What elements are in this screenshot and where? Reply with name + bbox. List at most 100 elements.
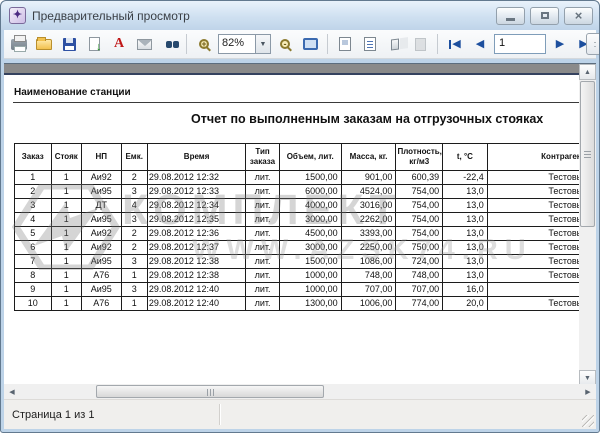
print-button[interactable] (8, 33, 30, 55)
restore-button[interactable] (530, 7, 559, 25)
close-button[interactable]: × (564, 7, 593, 25)
cell: 901,00 (341, 171, 396, 185)
cell: 1 (51, 283, 81, 297)
cell: 754,00 (396, 227, 443, 241)
single-page-icon (339, 37, 351, 51)
fit-page-icon (303, 38, 318, 50)
cell: 2 (15, 185, 52, 199)
cell: 29.08.2012 12:33 (147, 185, 245, 199)
continuous-view-button[interactable] (359, 33, 381, 55)
minimize-button[interactable] (496, 7, 525, 25)
cell: Тестовый контрагент (487, 241, 579, 255)
cell: 2262,00 (341, 213, 396, 227)
table-row: 61Аи92229.08.2012 12:37лит.3000,002250,0… (15, 241, 580, 255)
open-button[interactable] (33, 33, 55, 55)
cell: 1500,00 (279, 171, 341, 185)
page-setup-button (409, 33, 431, 55)
first-page-button[interactable]: ◀ (444, 33, 466, 55)
page-view-button[interactable] (334, 33, 356, 55)
statusbar: Страница 1 из 1 (4, 399, 596, 429)
cell: Аи95 (81, 185, 121, 199)
pdf-icon: A (114, 36, 124, 52)
scroll-up-icon[interactable]: ▲ (579, 64, 596, 80)
cell: лит. (246, 213, 279, 227)
table-row: 101А76129.08.2012 12:40лит.1300,001006,0… (15, 297, 580, 311)
zoom-in-button[interactable]: + (193, 33, 215, 55)
export-page-icon: ↓ (89, 37, 100, 51)
cell: 4 (15, 213, 52, 227)
cell: 29.08.2012 12:37 (147, 241, 245, 255)
column-header: Масса, кг. (341, 144, 396, 171)
cell: 2 (121, 241, 147, 255)
vertical-scrollbar-thumb[interactable] (580, 81, 595, 227)
cell: 1 (15, 171, 52, 185)
cell: Аи95 (81, 213, 121, 227)
cell: 13,0 (443, 269, 488, 283)
page-count-status: Страница 1 из 1 (4, 409, 94, 421)
cell: 10 (15, 297, 52, 311)
cell: 9 (15, 283, 52, 297)
find-button[interactable] (158, 33, 180, 55)
cell: 3 (121, 283, 147, 297)
cell: ДТ (81, 199, 121, 213)
cell: Тестовый контрагент (487, 185, 579, 199)
chevron-down-icon[interactable]: ▼ (256, 34, 271, 54)
cell: 1 (51, 255, 81, 269)
cell: Аи95 (81, 255, 121, 269)
window-title: Предварительный просмотр (32, 9, 190, 23)
cell: 1 (121, 297, 147, 311)
cell: 29.08.2012 12:32 (147, 171, 245, 185)
cell: 774,00 (396, 297, 443, 311)
table-row: 91Аи95329.08.2012 12:40лит.1000,00707,00… (15, 283, 580, 297)
toolbar-separator (327, 34, 328, 54)
export-button[interactable]: ↓ (83, 33, 105, 55)
cell: 3000,00 (279, 213, 341, 227)
cell: 1 (51, 241, 81, 255)
down-arrow-icon: ↓ (96, 42, 102, 53)
cell: лит. (246, 199, 279, 213)
page-number-input[interactable]: 1 (494, 34, 546, 54)
resize-grip[interactable] (582, 415, 594, 427)
toolbar-overflow-button[interactable]: : (586, 33, 600, 55)
app-icon: ✦ (9, 7, 26, 24)
statusbar-divider (219, 404, 220, 425)
cell: 13,0 (443, 227, 488, 241)
vertical-scrollbar[interactable]: ▲ ▼ (579, 64, 596, 386)
zoom-value[interactable]: 82% (218, 34, 256, 54)
export-pdf-button[interactable]: A (108, 33, 130, 55)
horizontal-scrollbar-thumb[interactable] (96, 385, 324, 398)
cell: 4000,00 (279, 199, 341, 213)
cell: 6 (15, 241, 52, 255)
titlebar[interactable]: ✦ Предварительный просмотр × (1, 1, 599, 30)
column-header: Стояк (51, 144, 81, 171)
cell: 29.08.2012 12:38 (147, 269, 245, 283)
cell: лит. (246, 255, 279, 269)
prev-page-button[interactable]: ◀ (469, 33, 491, 55)
zoom-out-button[interactable]: - (274, 33, 296, 55)
zoom-out-icon: - (280, 39, 290, 49)
facing-pages-button[interactable] (384, 33, 406, 55)
table-row: 51Аи92229.08.2012 12:36лит.4500,003393,0… (15, 227, 580, 241)
cell: 7 (15, 255, 52, 269)
report-title: Отчет по выполненным заказам на отгрузоч… (191, 112, 543, 126)
scroll-right-icon[interactable]: ▶ (580, 384, 596, 399)
zoom-combobox[interactable]: 82% ▼ (218, 34, 271, 54)
cell: 1500,00 (279, 255, 341, 269)
column-header: Тип заказа (246, 144, 279, 171)
cell: 750,00 (396, 241, 443, 255)
cell: 29.08.2012 12:34 (147, 199, 245, 213)
cell: 16,0 (443, 283, 488, 297)
cell: Аи95 (81, 283, 121, 297)
fit-page-button[interactable] (299, 33, 321, 55)
cell: 29.08.2012 12:40 (147, 283, 245, 297)
cell: Тестовый контрагент (487, 255, 579, 269)
save-button[interactable] (58, 33, 80, 55)
table-row: 41Аи95329.08.2012 12:35лит.3000,002262,0… (15, 213, 580, 227)
horizontal-scrollbar[interactable]: ◀ ▶ (4, 384, 596, 399)
cell: Тестовый контрагент (487, 297, 579, 311)
save-icon (63, 38, 76, 51)
scroll-left-icon[interactable]: ◀ (4, 384, 20, 399)
next-page-button[interactable]: ▶ (549, 33, 571, 55)
email-button[interactable] (133, 33, 155, 55)
cell: 600,39 (396, 171, 443, 185)
